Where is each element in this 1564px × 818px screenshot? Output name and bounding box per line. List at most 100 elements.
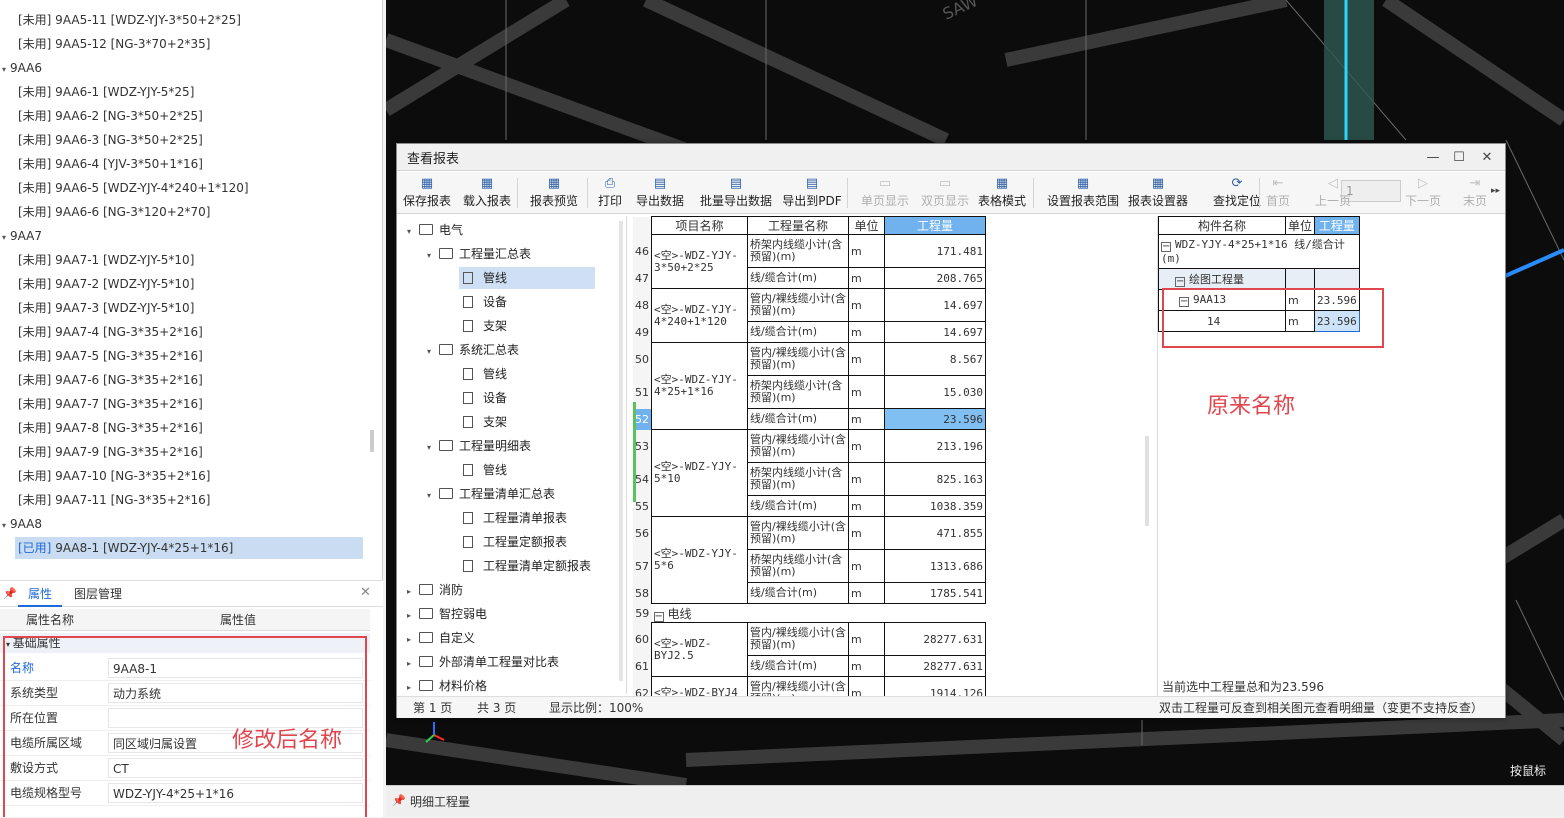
nav-item[interactable]: 工程量清单报表 xyxy=(459,507,567,529)
chevron-down-icon[interactable]: ▾ xyxy=(427,245,439,267)
collapse-icon[interactable]: − xyxy=(1161,242,1171,252)
chevron-right-icon[interactable]: ▸ xyxy=(407,581,419,603)
detail-group-row[interactable]: − WDZ-YJY-4*25+1*16 线/缆合计(m) xyxy=(1158,234,1360,269)
expand-caret-icon[interactable]: ▾ xyxy=(2,59,10,81)
toolbar-button-12[interactable]: ⟳ 查找定位 xyxy=(1210,172,1264,214)
project-name-cell[interactable]: <空>-WDZ-YJY-5*6 xyxy=(651,516,748,604)
chevron-down-icon[interactable]: ▾ xyxy=(407,221,419,243)
nav-item[interactable]: ▸ 外部清单工程量对比表 xyxy=(407,651,559,673)
quantity-cell[interactable]: 1785.541 xyxy=(884,582,986,604)
toolbar-button-14[interactable]: ◁ 上一页 xyxy=(1313,172,1353,214)
collapse-icon[interactable]: − xyxy=(653,611,664,622)
close-icon[interactable]: ✕ xyxy=(1477,148,1497,168)
table-row[interactable]: 48 <空>-WDZ-YJY-4*240+1*120 管内/裸线缆小计(含预留)(m… xyxy=(633,288,986,343)
table-row[interactable]: 46 <空>-WDZ-YJY-3*50+2*25 桥架内线缆小计(含预留)(m) m 1… xyxy=(633,234,986,289)
nav-item[interactable]: ▸ 材料价格 xyxy=(407,675,487,694)
nav-item[interactable]: 管线 xyxy=(459,459,507,481)
close-icon[interactable]: ✕ xyxy=(360,585,371,600)
toolbar-overflow-icon[interactable]: ▸▸ xyxy=(1491,186,1500,196)
collapse-icon[interactable]: − xyxy=(1175,277,1185,287)
tree-item[interactable]: [未用] 9AA7-10 [NG-3*35+2*16] xyxy=(18,465,210,487)
tree-item[interactable]: [未用] 9AA7-7 [NG-3*35+2*16] xyxy=(18,393,203,415)
chevron-right-icon[interactable]: ▸ xyxy=(407,677,419,694)
table-row[interactable]: 62<空>-WDZ-BYJ4管内/裸线缆小计(含预留)(m)m1914.126 xyxy=(633,676,986,696)
tree-group[interactable]: ▾ 9AA8 xyxy=(2,513,42,535)
toolbar-button-1[interactable]: ▦ 载入报表 xyxy=(459,172,515,214)
pin-icon[interactable]: 📌 xyxy=(392,794,406,807)
project-name-cell[interactable]: <空>-WDZ-YJY-3*50+2*25 xyxy=(651,234,748,289)
tree-item[interactable]: [未用] 9AA7-11 [NG-3*35+2*16] xyxy=(18,489,210,511)
quantity-cell[interactable]: 1914.126 xyxy=(884,676,986,696)
nav-item[interactable]: 支架 xyxy=(459,411,507,433)
toolbar-button-10[interactable]: ▦ 设置报表范围 xyxy=(1043,172,1123,214)
quantity-cell[interactable]: 471.855 xyxy=(884,516,986,550)
quantity-cell[interactable]: 8.567 xyxy=(884,342,986,376)
toolbar-button-2[interactable]: ▦ 报表预览 xyxy=(527,172,581,214)
quantity-cell[interactable]: 14.697 xyxy=(884,288,986,322)
tree-item[interactable]: [未用] 9AA7-4 [NG-3*35+2*16] xyxy=(18,321,203,343)
nav-item[interactable]: ▾ 工程量明细表 xyxy=(427,435,531,457)
quantity-cell[interactable]: 213.196 xyxy=(884,429,986,463)
tree-group[interactable]: ▾ 9AA7 xyxy=(2,225,42,247)
nav-item[interactable]: 设备 xyxy=(459,291,507,313)
tree-item[interactable]: [未用] 9AA7-9 [NG-3*35+2*16] xyxy=(18,441,203,463)
tree-item[interactable]: [未用] 9AA7-6 [NG-3*35+2*16] xyxy=(18,369,203,391)
tree-item-selected[interactable]: [已用] 9AA8-1 [WDZ-YJY-4*25+1*16] xyxy=(15,537,363,559)
nav-item[interactable]: 支架 xyxy=(459,315,507,337)
nav-item[interactable]: ▾ 电气 xyxy=(407,219,463,241)
quantity-cell[interactable]: 1038.359 xyxy=(884,495,986,517)
tree-item[interactable]: [未用] 9AA6-2 [NG-3*50+2*25] xyxy=(18,105,203,127)
nav-item[interactable]: ▾ 工程量清单汇总表 xyxy=(427,483,555,505)
nav-item[interactable]: ▸ 自定义 xyxy=(407,627,475,649)
quantity-cell[interactable]: 15.030 xyxy=(884,375,986,409)
toolbar-button-15[interactable]: ▷ 下一页 xyxy=(1402,172,1444,214)
nav-item[interactable]: 管线 xyxy=(459,267,595,289)
nav-item[interactable]: ▸ 智控弱电 xyxy=(407,603,487,625)
nav-item[interactable]: ▸ 消防 xyxy=(407,579,463,601)
quantity-cell[interactable]: 28277.631 xyxy=(884,655,986,677)
project-name-cell[interactable]: <空>-WDZ-YJY-5*10 xyxy=(651,429,748,517)
detail-sub-row[interactable]: − 绘图工程量 xyxy=(1158,268,1286,290)
project-name-cell[interactable]: <空>-WDZ-YJY-4*240+1*120 xyxy=(651,288,748,343)
nav-scrollbar[interactable] xyxy=(619,221,623,681)
nav-item[interactable]: 管线 xyxy=(459,363,507,385)
tree-item[interactable]: [未用] 9AA7-3 [WDZ-YJY-5*10] xyxy=(18,297,194,319)
toolbar-button-8[interactable]: ▭ 双页显示 xyxy=(917,172,973,214)
nav-item[interactable]: ▾ 工程量汇总表 xyxy=(427,243,531,265)
chevron-down-icon[interactable]: ▾ xyxy=(427,485,439,507)
tree-item[interactable]: [未用] 9AA6-1 [WDZ-YJY-5*25] xyxy=(18,81,194,103)
quantity-cell[interactable]: 1313.686 xyxy=(884,549,986,583)
chevron-right-icon[interactable]: ▸ xyxy=(407,605,419,627)
minimize-icon[interactable]: — xyxy=(1423,148,1443,168)
table-row[interactable]: 50 <空>-WDZ-YJY-4*25+1*16 管内/裸线缆小计(含预留)(m) m… xyxy=(633,342,986,430)
nav-item[interactable]: ▾ 系统汇总表 xyxy=(427,339,519,361)
quantity-cell[interactable]: 825.163 xyxy=(884,462,986,496)
toolbar-button-11[interactable]: ▦ 报表设置器 xyxy=(1125,172,1191,214)
table-row[interactable]: 56 <空>-WDZ-YJY-5*6 管内/裸线缆小计(含预留)(m) m 471.85… xyxy=(633,516,986,604)
toolbar-button-4[interactable]: ▤ 导出数据 xyxy=(631,172,689,214)
quantity-cell[interactable]: 28277.631 xyxy=(884,622,986,656)
tab-layer-management[interactable]: 图层管理 xyxy=(70,581,126,607)
tree-item[interactable]: [未用] 9AA5-11 [WDZ-YJY-3*50+2*25] xyxy=(18,9,241,31)
toolbar-button-5[interactable]: ▤ 批量导出数据 xyxy=(697,172,775,214)
section-row[interactable]: 59− 电线 xyxy=(633,603,986,623)
table-row[interactable]: 53 <空>-WDZ-YJY-5*10 管内/裸线缆小计(含预留)(m) m 213.1… xyxy=(633,429,986,517)
quantity-cell[interactable]: 14.697 xyxy=(884,321,986,343)
tree-group[interactable]: ▾ 9AA6 xyxy=(2,57,42,79)
tree-item[interactable]: [未用] 9AA6-6 [NG-3*120+2*70] xyxy=(18,201,210,223)
toolbar-button-13[interactable]: ⇤ 首页 xyxy=(1263,172,1293,214)
toolbar-button-6[interactable]: ▤ 导出到PDF xyxy=(779,172,845,214)
tree-item[interactable]: [未用] 9AA6-5 [WDZ-YJY-4*240+1*120] xyxy=(18,177,249,199)
maximize-icon[interactable]: ☐ xyxy=(1449,148,1469,168)
project-name-cell[interactable]: <空>-WDZ-BYJ2.5 xyxy=(651,622,748,677)
expand-caret-icon[interactable]: ▾ xyxy=(2,227,10,249)
chevron-right-icon[interactable]: ▸ xyxy=(407,629,419,651)
tree-item[interactable]: [未用] 9AA7-1 [WDZ-YJY-5*10] xyxy=(18,249,194,271)
chevron-down-icon[interactable]: ▾ xyxy=(427,341,439,363)
nav-item[interactable]: 工程量清单定额报表 xyxy=(459,555,591,577)
tree-item[interactable]: [未用] 9AA7-2 [WDZ-YJY-5*10] xyxy=(18,273,194,295)
tree-item[interactable]: [未用] 9AA7-8 [NG-3*35+2*16] xyxy=(18,417,203,439)
quantity-cell[interactable]: 208.765 xyxy=(884,267,986,289)
toolbar-button-7[interactable]: ▭ 单页显示 xyxy=(857,172,913,214)
table-scrollbar[interactable] xyxy=(1145,436,1149,526)
